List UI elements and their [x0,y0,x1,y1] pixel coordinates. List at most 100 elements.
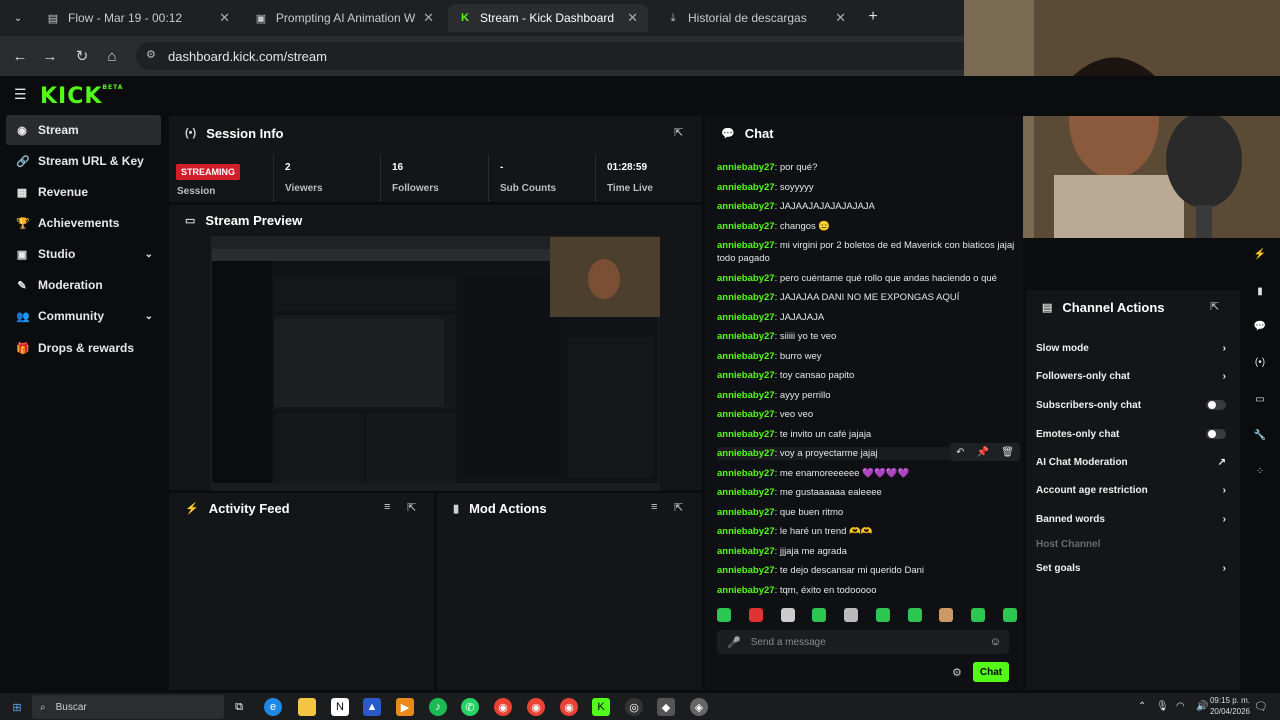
lightning-icon[interactable]: ⚡ [1250,244,1270,264]
sidebar-item-moderation[interactable]: ✎ Moderation [6,270,161,300]
sidebar-item-studio[interactable]: ▣ Studio ⌄ [6,239,161,269]
popout-icon[interactable]: ⇱ [674,126,683,139]
url-bar[interactable]: ⚙ dashboard.kick.com/stream [136,42,976,70]
sidebar-item-stream[interactable]: ◉ Stream [6,115,161,145]
chat-message[interactable]: anniebaby27: JAJAJAA DANI NO ME EXPONGAS… [717,291,1017,304]
chat-message[interactable]: anniebaby27: toy cansao papito [717,369,1017,382]
file-explorer-icon[interactable] [298,698,316,716]
sidebar-item-achievements[interactable]: 🏆 Achievements [6,208,161,238]
account-age-item[interactable]: Account age restriction › [1036,481,1226,499]
sidebar-item-community[interactable]: 👥 Community ⌄ [6,301,161,331]
chat-message[interactable]: anniebaby27: me enamoreeeeee 💜💜💜💜 [717,467,1017,480]
chat-message[interactable]: anniebaby27: tqm, éxito en todooooo [717,584,1017,597]
chat-message[interactable]: anniebaby27: te invito un café jajaja [717,428,1017,441]
reload-icon[interactable]: ↻ [72,46,92,66]
back-arrow-icon[interactable]: ← [10,46,30,66]
popout-icon[interactable]: ⇱ [674,501,683,514]
tab-search-icon[interactable]: ⌄ [8,8,28,28]
sidebar-item-revenue[interactable]: ▦ Revenue [6,177,161,207]
banned-words-item[interactable]: Banned words › [1036,510,1226,528]
tab-flow[interactable]: ▤ Flow - Mar 19 - 00:12 ✕ [36,4,240,32]
popout-icon[interactable]: ⇱ [1210,300,1219,313]
emote-icon[interactable] [1002,608,1017,622]
chat-message[interactable]: anniebaby27: mi virgini por 2 boletos de… [717,239,1017,265]
tab-downloads[interactable]: ⤓ Historial de descargas ✕ [656,4,856,32]
monitor-icon[interactable]: ▭ [1250,389,1270,409]
chat-input[interactable]: 🎤 Send a message ☺ [717,630,1009,654]
chat-message[interactable]: anniebaby27: pero cuéntame qué rollo que… [717,272,1017,285]
chat-message[interactable]: anniebaby27: ayyy perrillo [717,389,1017,402]
obs-icon[interactable]: ◎ [625,698,643,716]
sidebar-item-drops[interactable]: 🎁 Drops & rewards [6,333,161,363]
trash-icon[interactable]: 🗑 [1001,447,1014,458]
whatsapp-icon[interactable]: ✆ [461,698,479,716]
chat-bubble-icon[interactable]: 💬 [1250,316,1270,336]
chrome-icon[interactable]: ◉ [527,698,545,716]
tab-kick-dashboard[interactable]: K Stream - Kick Dashboard ✕ [448,4,648,32]
app-icon[interactable]: ▲ [363,698,381,716]
chat-settings-gear-icon[interactable]: ⚙ [952,666,962,679]
slow-mode-item[interactable]: Slow mode › [1036,339,1226,357]
tab-prompting[interactable]: ▣ Prompting AI Animation Workfl ✕ [244,4,444,32]
send-chat-button[interactable]: Chat [973,662,1009,682]
popout-icon[interactable]: ⇱ [407,501,416,514]
chat-message[interactable]: anniebaby27: JAJAAJAJAJAJAJAJA [717,200,1017,213]
spotify-icon[interactable]: ♪ [429,698,447,716]
chat-message[interactable]: anniebaby27: que buen ritmo [717,506,1017,519]
site-info-icon[interactable]: ⚙ [146,48,156,61]
taskbar-clock[interactable]: 09:15 p. m. 20/04/2026 [1200,695,1250,717]
emoji-icon[interactable]: ☺ [990,636,1001,648]
task-view-icon[interactable]: ⧉ [230,698,248,716]
emote-icon[interactable] [875,608,890,622]
emote-icon[interactable] [939,608,954,622]
apps-icon[interactable]: ⁘ [1250,461,1270,481]
new-tab-plus-icon[interactable]: + [864,8,882,28]
set-goals-item[interactable]: Set goals › [1036,559,1226,577]
close-icon[interactable]: ✕ [423,10,434,26]
stream-preview-video[interactable] [211,236,660,491]
chat-message[interactable]: anniebaby27: burro wey [717,350,1017,363]
document-icon[interactable]: ▮ [1250,281,1270,301]
close-icon[interactable]: ✕ [219,10,230,26]
kick-icon[interactable]: K [592,698,610,716]
chat-message[interactable]: anniebaby27: changos 😑 [717,220,1017,233]
wifi-icon[interactable]: ◠ [1176,701,1185,712]
home-icon[interactable]: ⌂ [102,46,122,66]
chat-message[interactable]: anniebaby27: veo veo [717,408,1017,421]
kick-logo[interactable]: KICKBETA [40,84,123,109]
taskbar-search[interactable]: ⌕ Buscar [32,695,224,719]
close-icon[interactable]: ✕ [627,10,638,26]
followers-only-item[interactable]: Followers-only chat › [1036,367,1226,385]
filter-icon[interactable]: ≡ [651,501,657,513]
chat-message[interactable]: anniebaby27: te dejo descansar mi querid… [717,564,1017,577]
menu-hamburger-icon[interactable]: ☰ [14,86,28,102]
emote-icon[interactable] [717,608,731,622]
emote-icon[interactable] [812,608,827,622]
chat-message[interactable]: anniebaby27: jjjaja me agrada [717,545,1017,558]
chrome-icon[interactable]: ◉ [560,698,578,716]
reply-icon[interactable]: ↶ [956,447,964,458]
app-icon[interactable]: ◆ [657,698,675,716]
emotes-only-toggle[interactable] [1206,429,1226,439]
microphone-icon[interactable]: 🎤 [727,636,741,649]
microphone-icon[interactable]: 🎙 [1156,701,1169,712]
chat-message[interactable]: anniebaby27: me gustaaaaaa ealeeee [717,486,1017,499]
forward-arrow-icon[interactable]: → [40,46,60,66]
wrench-icon[interactable]: 🔧 [1250,425,1270,445]
pin-icon[interactable]: 📌 [977,447,989,458]
subscribers-only-toggle[interactable] [1206,400,1226,410]
ai-chat-moderation-item[interactable]: AI Chat Moderation ↗ [1036,453,1226,471]
app-icon[interactable]: ▶ [396,698,414,716]
notion-icon[interactable]: N [331,698,349,716]
emote-icon[interactable] [907,608,922,622]
chat-message[interactable]: anniebaby27: siiiii yo te veo [717,330,1017,343]
emote-icon[interactable] [748,608,763,622]
filter-icon[interactable]: ≡ [384,501,390,513]
emote-icon[interactable] [780,608,795,622]
notification-icon[interactable]: 🗨 [1254,700,1268,713]
sidebar-item-stream-url[interactable]: 🔗 Stream URL & Key [6,146,161,176]
chevron-up-icon[interactable]: ⌃ [1138,701,1146,712]
chat-message[interactable]: anniebaby27: por qué? [717,161,1017,174]
broadcast-icon[interactable]: (•) [1250,352,1270,372]
close-icon[interactable]: ✕ [835,10,846,26]
